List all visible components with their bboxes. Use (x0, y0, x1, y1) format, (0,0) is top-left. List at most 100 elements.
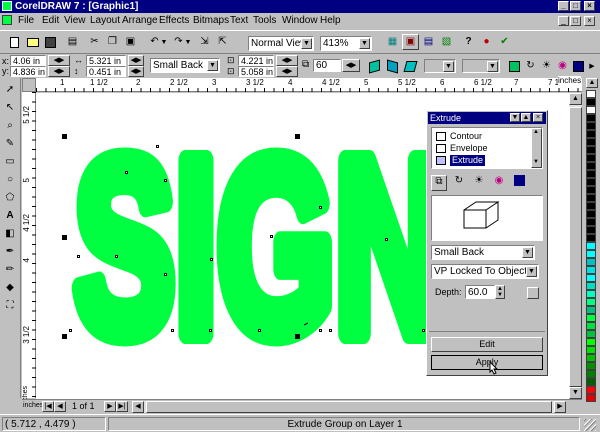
bevel-icon[interactable] (570, 58, 587, 74)
palette-swatch[interactable] (586, 362, 596, 370)
rotation-tab-icon[interactable]: ↻ (451, 175, 467, 191)
vanishing-point-select[interactable]: ▼ (462, 59, 500, 73)
path-node[interactable] (209, 329, 212, 332)
palette-swatch[interactable] (586, 282, 596, 290)
effects-list[interactable]: Contour Envelope Extrude ▲ ▼ (431, 127, 543, 169)
cut-icon[interactable]: ✂ (86, 34, 103, 50)
next-page-icon[interactable]: ▶ (104, 401, 116, 412)
vp-x-field[interactable]: 4.221 in (238, 55, 274, 66)
menu-layout[interactable]: Layout (90, 14, 120, 28)
palette-swatch[interactable] (586, 274, 596, 282)
list-item-contour[interactable]: Contour (450, 131, 482, 142)
selection-handle-ml[interactable] (62, 235, 67, 240)
zoom-tool-icon[interactable]: ⌕ (2, 118, 18, 133)
palette-swatch[interactable] (586, 250, 596, 258)
palette-swatch[interactable] (586, 186, 596, 194)
interactive-fill-tool-icon[interactable]: ◧ (2, 226, 18, 241)
palette-swatch[interactable] (586, 90, 596, 98)
fill-tool-icon[interactable]: ◆ (2, 280, 18, 295)
list-item-extrude[interactable]: Extrude (450, 155, 486, 166)
selection-handle-tl[interactable] (62, 134, 67, 139)
width-stepper-icon[interactable]: ◀▶ (128, 55, 144, 66)
palette-swatch[interactable] (586, 370, 596, 378)
whats-this-help-icon[interactable]: ? (460, 34, 477, 50)
document-icon[interactable] (2, 15, 12, 25)
x-nudge-icon[interactable]: ◀▶ (48, 55, 70, 66)
palette-swatch[interactable] (586, 170, 596, 178)
palette-swatch[interactable] (586, 386, 596, 394)
import-icon[interactable]: ⇲ (196, 34, 213, 50)
scroll-right-icon[interactable]: ▶ (586, 58, 598, 74)
menu-arrange[interactable]: Arrange (122, 14, 158, 28)
palette-swatch[interactable] (586, 338, 596, 346)
y-nudge-icon[interactable]: ◀▶ (48, 66, 70, 77)
extrude-type-select[interactable]: Small Back ▼ (150, 58, 220, 73)
extrude-shape-icon[interactable] (506, 58, 523, 74)
palette-swatch[interactable] (586, 202, 596, 210)
scroll-right-icon[interactable]: ▶ (554, 401, 566, 413)
path-node[interactable] (258, 329, 261, 332)
x-position-field[interactable]: 4.06 in (10, 55, 46, 66)
palette-swatch[interactable] (586, 314, 596, 322)
selection-handle-tc[interactable] (295, 134, 300, 139)
palette-swatch[interactable] (586, 210, 596, 218)
corel-script-icon[interactable]: ▣ (402, 34, 419, 50)
palette-swatch[interactable] (586, 146, 596, 154)
palette-swatch[interactable] (586, 114, 596, 122)
palette-swatch[interactable] (586, 266, 596, 274)
path-node[interactable] (69, 329, 72, 332)
list-scroll-up-icon[interactable]: ▲ (533, 129, 539, 135)
vp-y-nudge-icon[interactable]: ◀▶ (276, 66, 298, 77)
minimize-button[interactable]: _ (558, 1, 569, 11)
chevron-down-icon[interactable]: ▼ (301, 38, 312, 49)
doc-minimize-button[interactable]: _ (558, 16, 569, 26)
redo-dropdown-icon[interactable]: ▼ (184, 34, 192, 50)
outline-tool-icon[interactable]: ✏ (2, 262, 18, 277)
corel-online-icon[interactable]: ✔ (496, 34, 513, 50)
palette-swatch[interactable] (586, 394, 596, 402)
menu-bitmaps[interactable]: Bitmaps (193, 14, 229, 28)
rectangle-tool-icon[interactable]: ▭ (2, 154, 18, 169)
path-node[interactable] (422, 329, 425, 332)
tutor-icon[interactable]: ● (478, 34, 495, 50)
palette-swatch[interactable] (586, 330, 596, 338)
extrude-color-icon[interactable] (402, 58, 419, 74)
menu-window[interactable]: Window (282, 14, 318, 28)
path-node[interactable] (319, 329, 322, 332)
docker-extrude-type-select[interactable]: Small Back ▼ (431, 245, 535, 260)
palette-swatch[interactable] (586, 322, 596, 330)
chevron-down-icon[interactable]: ▼ (207, 60, 218, 71)
application-launcher-icon[interactable]: ▦ (384, 34, 401, 50)
extruded-sign-text[interactable]: SIGN (63, 96, 455, 397)
selection-handle-bc[interactable] (295, 334, 300, 339)
last-page-icon[interactable]: ▶| (116, 401, 128, 412)
vp-y-field[interactable]: 5.058 in (238, 66, 274, 77)
scroll-thumb[interactable] (569, 107, 582, 387)
options-icon[interactable]: ▧ (438, 34, 455, 50)
zoom-select[interactable]: 413% ▼ (320, 36, 372, 51)
palette-swatch[interactable] (586, 122, 596, 130)
bevel-tab-icon[interactable] (511, 175, 527, 191)
palette-swatch[interactable] (586, 178, 596, 186)
palette-swatch[interactable] (586, 138, 596, 146)
ellipse-tool-icon[interactable]: ○ (2, 172, 18, 187)
depth-field[interactable]: 60 (313, 59, 341, 72)
doc-close-button[interactable]: × (584, 16, 595, 26)
menu-view[interactable]: View (64, 14, 86, 28)
extrude-rotation-icon[interactable] (366, 58, 383, 74)
palette-swatch[interactable] (586, 98, 596, 106)
palette-swatch[interactable] (586, 354, 596, 362)
palette-swatch[interactable] (586, 194, 596, 202)
resize-grip-icon[interactable] (584, 419, 596, 431)
depth-spin-icon[interactable]: ▲ ▼ (495, 285, 505, 299)
pick-tool-icon[interactable]: ➚ (2, 82, 18, 97)
freehand-tool-icon[interactable]: ✎ (2, 136, 18, 151)
first-page-icon[interactable]: |◀ (42, 401, 54, 412)
path-node[interactable] (329, 329, 332, 332)
scroll-left-icon[interactable]: ◀ (132, 401, 144, 413)
lighting-icon[interactable]: ☀ (538, 58, 555, 74)
eyedropper-tool-icon[interactable]: ✒ (2, 244, 18, 259)
path-node[interactable] (125, 171, 128, 174)
palette-swatch[interactable] (586, 306, 596, 314)
print-icon[interactable]: ▤ (64, 34, 81, 50)
